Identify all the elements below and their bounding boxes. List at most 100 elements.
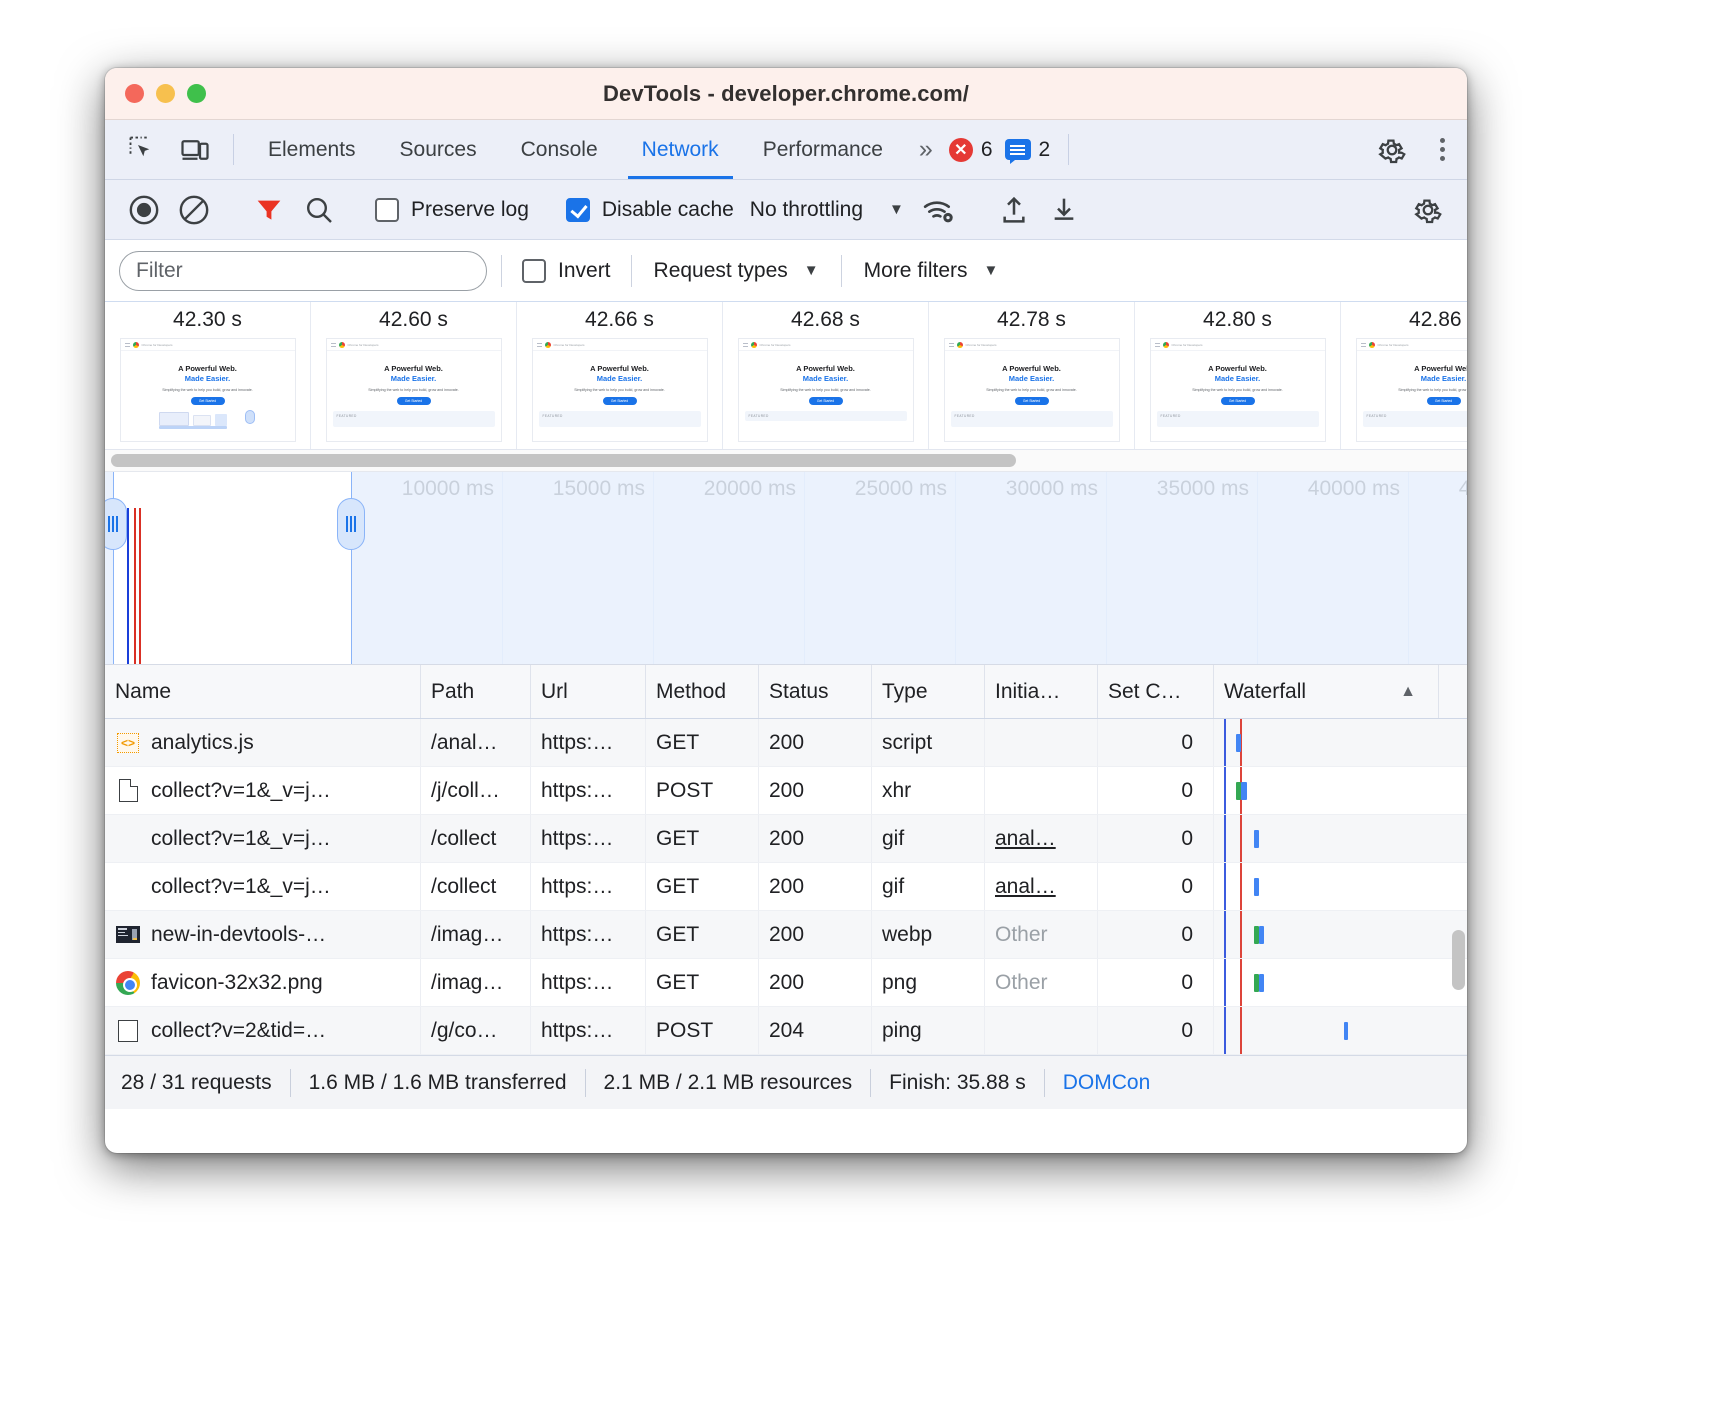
tab-console[interactable]: Console bbox=[499, 120, 620, 179]
network-conditions-wifi-icon[interactable] bbox=[914, 187, 964, 233]
cell-method: POST bbox=[646, 767, 759, 814]
request-types-dropdown[interactable]: Request types ▼ bbox=[646, 259, 827, 283]
frame-thumbnail[interactable]: Chrome for DevelopersA Powerful Web.Made… bbox=[944, 338, 1120, 442]
throttling-select[interactable]: No throttling ▼ bbox=[740, 198, 914, 222]
column-header-initia[interactable]: Initia… bbox=[985, 665, 1098, 718]
cell-status: 200 bbox=[759, 863, 872, 910]
scrollbar-thumb[interactable] bbox=[111, 454, 1016, 467]
frame-thumbnail[interactable]: Chrome for DevelopersA Powerful Web.Made… bbox=[1150, 338, 1326, 442]
cell-method: GET bbox=[646, 719, 759, 766]
filter-input[interactable] bbox=[119, 251, 487, 291]
left-resize-handle[interactable] bbox=[105, 498, 127, 550]
tab-network[interactable]: Network bbox=[620, 120, 741, 179]
request-url: https:… bbox=[541, 971, 613, 995]
filmstrip-frame[interactable]: 42.78 sChrome for DevelopersA Powerful W… bbox=[929, 302, 1135, 450]
more-filters-dropdown[interactable]: More filters ▼ bbox=[856, 259, 1007, 283]
request-status: 200 bbox=[769, 827, 804, 851]
cell-name[interactable]: favicon-32x32.png bbox=[105, 959, 421, 1006]
inspect-element-icon[interactable] bbox=[117, 120, 169, 179]
initiator-link[interactable]: anal… bbox=[995, 827, 1056, 851]
table-row[interactable]: collect?v=1&_v=j…/j/coll…https:…POST200x… bbox=[105, 767, 1467, 815]
ping-file-icon bbox=[115, 1018, 141, 1044]
thumb-subtitle: Simplifying the web to help you build, g… bbox=[945, 388, 1119, 392]
cell-name[interactable]: collect?v=1&_v=j… bbox=[105, 815, 421, 862]
invert-checkbox[interactable]: Invert bbox=[516, 259, 617, 283]
filmstrip-frame[interactable]: 42.68 sChrome for DevelopersA Powerful W… bbox=[723, 302, 929, 450]
warning-count-badge[interactable]: 2 bbox=[999, 120, 1057, 179]
cell-method: POST bbox=[646, 1007, 759, 1054]
device-toolbar-icon[interactable] bbox=[169, 120, 221, 179]
search-icon[interactable] bbox=[294, 187, 344, 233]
chrome-favicon-icon bbox=[115, 970, 141, 996]
initiator-link[interactable]: anal… bbox=[995, 875, 1056, 899]
frame-thumbnail[interactable]: Chrome for DevelopersA Powerful Web.Made… bbox=[120, 338, 296, 442]
table-row[interactable]: <>analytics.js/anal…https:…GET200script0 bbox=[105, 719, 1467, 767]
filmstrip-frame[interactable]: 42.60 sChrome for DevelopersA Powerful W… bbox=[311, 302, 517, 450]
table-row[interactable]: new-in-devtools-…/imag…https:…GET200webp… bbox=[105, 911, 1467, 959]
download-har-icon[interactable] bbox=[1039, 187, 1089, 233]
filmstrip-frame[interactable]: 42.66 s Chrome for DevelopersA Powerful W… bbox=[517, 302, 723, 450]
column-header-type[interactable]: Type bbox=[872, 665, 985, 718]
column-header-method[interactable]: Method bbox=[646, 665, 759, 718]
tab-sources[interactable]: Sources bbox=[378, 120, 499, 179]
column-header-name[interactable]: Name bbox=[105, 665, 421, 718]
filmstrip-frame[interactable]: 42.86 sChrome for DevelopersA Powerful W… bbox=[1341, 302, 1467, 450]
table-vertical-scrollbar[interactable] bbox=[1452, 930, 1465, 990]
column-header-waterfall[interactable]: Waterfall▲ bbox=[1214, 665, 1439, 718]
request-type: webp bbox=[882, 923, 932, 947]
thumb-headline-1: A Powerful Web. bbox=[121, 364, 295, 373]
disable-cache-checkbox[interactable]: Disable cache bbox=[560, 198, 740, 222]
filmstrip-frame[interactable]: 42.30 sChrome for DevelopersA Powerful W… bbox=[105, 302, 311, 450]
filmstrip[interactable]: 42.30 sChrome for DevelopersA Powerful W… bbox=[105, 302, 1467, 450]
frame-thumbnail[interactable]: Chrome for DevelopersA Powerful Web.Made… bbox=[1356, 338, 1468, 442]
column-header-url[interactable]: Url bbox=[531, 665, 646, 718]
column-header-setc[interactable]: Set C… bbox=[1098, 665, 1214, 718]
frame-thumbnail[interactable]: Chrome for DevelopersA Powerful Web.Made… bbox=[326, 338, 502, 442]
chevron-double-right-icon[interactable]: » bbox=[905, 120, 943, 179]
clear-circle-slash-icon[interactable] bbox=[169, 187, 219, 233]
column-header-label: Method bbox=[656, 680, 726, 704]
network-settings-gear-icon[interactable] bbox=[1403, 187, 1453, 233]
filmstrip-frame[interactable]: 42.80 sChrome for DevelopersA Powerful W… bbox=[1135, 302, 1341, 450]
tab-performance[interactable]: Performance bbox=[741, 120, 905, 179]
cell-method: GET bbox=[646, 863, 759, 910]
column-header-status[interactable]: Status bbox=[759, 665, 872, 718]
filmstrip-scrollbar[interactable] bbox=[105, 450, 1467, 472]
kebab-menu-icon[interactable] bbox=[1418, 138, 1467, 161]
cell-name[interactable]: collect?v=2&tid=… bbox=[105, 1007, 421, 1054]
right-resize-handle[interactable] bbox=[337, 498, 365, 550]
request-url: https:… bbox=[541, 923, 613, 947]
message-bubble-icon bbox=[1005, 139, 1031, 160]
cell-name[interactable]: new-in-devtools-… bbox=[105, 911, 421, 958]
timeline-overview[interactable]: 5000 ms10000 ms15000 ms20000 ms25000 ms3… bbox=[105, 472, 1467, 665]
preserve-log-checkbox[interactable]: Preserve log bbox=[369, 198, 535, 222]
table-row[interactable]: collect?v=1&_v=j…/collecthttps:…GET200gi… bbox=[105, 815, 1467, 863]
funnel-filter-icon[interactable] bbox=[244, 187, 294, 233]
error-count-badge[interactable]: ✕ 6 bbox=[943, 120, 999, 179]
column-header-path[interactable]: Path bbox=[421, 665, 531, 718]
frame-thumbnail[interactable]: Chrome for DevelopersA Powerful Web.Made… bbox=[532, 338, 708, 442]
frame-timestamp: 42.66 s bbox=[585, 308, 654, 332]
cell-name[interactable]: collect?v=1&_v=j… bbox=[105, 767, 421, 814]
upload-har-icon[interactable] bbox=[989, 187, 1039, 233]
table-row[interactable]: favicon-32x32.png/imag…https:…GET200pngO… bbox=[105, 959, 1467, 1007]
overview-selection-window[interactable] bbox=[113, 472, 352, 664]
set-cookies-count: 0 bbox=[1181, 875, 1193, 899]
table-row[interactable]: collect?v=1&_v=j…/collecthttps:…GET200gi… bbox=[105, 863, 1467, 911]
cell-waterfall bbox=[1214, 767, 1439, 814]
transferred-size: 1.6 MB / 1.6 MB transferred bbox=[309, 1071, 567, 1095]
thumb-headline-2: Made Easier. bbox=[533, 374, 707, 383]
thumb-cta-button: Get Started bbox=[1221, 397, 1255, 405]
column-header-label: Status bbox=[769, 680, 829, 704]
gear-icon[interactable] bbox=[1366, 134, 1418, 166]
cell-name[interactable]: collect?v=1&_v=j… bbox=[105, 863, 421, 910]
table-row[interactable]: collect?v=2&tid=…/g/co…https:…POST204pin… bbox=[105, 1007, 1467, 1055]
cell-name[interactable]: <>analytics.js bbox=[105, 719, 421, 766]
request-path: /collect bbox=[431, 827, 496, 851]
record-stop-icon[interactable] bbox=[119, 187, 169, 233]
cell-path: /g/co… bbox=[421, 1007, 531, 1054]
frame-thumbnail[interactable]: Chrome for DevelopersA Powerful Web.Made… bbox=[738, 338, 914, 442]
request-status: 200 bbox=[769, 731, 804, 755]
tabbar-right-group bbox=[1354, 120, 1467, 179]
tab-elements[interactable]: Elements bbox=[246, 120, 378, 179]
